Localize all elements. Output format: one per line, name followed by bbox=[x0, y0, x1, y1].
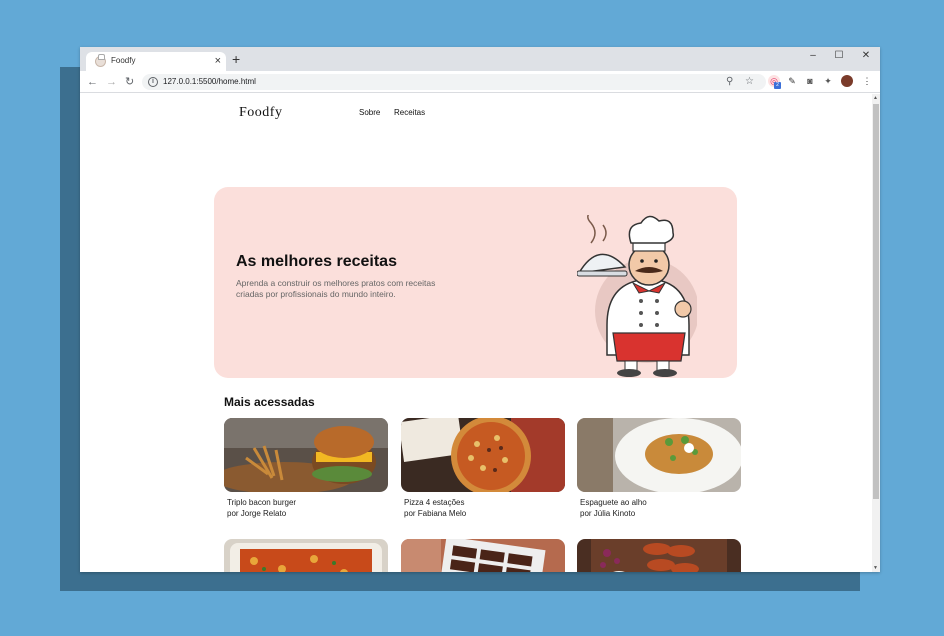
recipe-image[interactable] bbox=[401, 539, 565, 572]
tab-bar: Foodfy × + – ☐ ✕ bbox=[80, 47, 880, 71]
url-text[interactable]: 127.0.0.1:5500/home.html bbox=[163, 77, 256, 87]
close-window-icon[interactable]: ✕ bbox=[859, 49, 873, 63]
browser-toolbar: ← → ↻ i 127.0.0.1:5500/home.html ⚲ ☆ ◎ 2… bbox=[80, 71, 880, 93]
reload-icon[interactable]: ↻ bbox=[125, 75, 134, 89]
chocolates-image bbox=[401, 539, 565, 572]
recipe-card[interactable]: Espaguete ao alho por Júlia Kinoto bbox=[577, 418, 741, 518]
forward-icon[interactable]: → bbox=[106, 75, 117, 89]
info-icon[interactable]: i bbox=[148, 77, 158, 87]
nav-link-receitas[interactable]: Receitas bbox=[394, 108, 425, 117]
site-logo[interactable]: Foodfy bbox=[239, 105, 282, 121]
camera-icon[interactable]: ◙ bbox=[804, 75, 816, 87]
scroll-up-icon[interactable]: ▲ bbox=[873, 95, 878, 101]
tab-title: Foodfy bbox=[111, 56, 136, 65]
eyedropper-icon[interactable]: ✎ bbox=[786, 75, 798, 87]
hero-description: Aprenda a construir os melhores pratos c… bbox=[236, 278, 436, 299]
chicken-wings-image bbox=[577, 539, 741, 572]
new-tab-icon[interactable]: + bbox=[232, 51, 240, 67]
vertical-scrollbar[interactable]: ▲ ▼ bbox=[872, 94, 880, 572]
nav-link-sobre[interactable]: Sobre bbox=[359, 108, 380, 117]
section-title: Mais acessadas bbox=[224, 395, 315, 409]
recipe-image[interactable] bbox=[224, 418, 388, 492]
avatar[interactable] bbox=[841, 75, 853, 87]
pasta-bake-image bbox=[224, 539, 388, 572]
recipe-card[interactable] bbox=[401, 539, 565, 572]
recipe-author: por Jorge Relato bbox=[227, 509, 287, 518]
recipe-title: Pizza 4 estações bbox=[404, 498, 465, 507]
favicon-icon bbox=[95, 54, 106, 67]
minimize-icon[interactable]: – bbox=[806, 49, 820, 63]
star-icon[interactable]: ☆ bbox=[745, 76, 754, 88]
tab-foodfy[interactable]: Foodfy × bbox=[86, 52, 226, 71]
recipe-title: Triplo bacon burger bbox=[227, 498, 297, 507]
zoom-icon[interactable]: ⚲ bbox=[726, 76, 733, 88]
hero-banner: As melhores receitas Aprenda a construir… bbox=[214, 187, 737, 378]
recipe-image[interactable] bbox=[224, 539, 388, 572]
spaghetti-image bbox=[577, 418, 741, 492]
recipe-card[interactable]: Triplo bacon burger por Jorge Relato bbox=[224, 418, 388, 518]
extension-badge: 2 bbox=[774, 82, 781, 89]
chef-illustration bbox=[577, 215, 697, 377]
recipe-image[interactable] bbox=[577, 539, 741, 572]
back-icon[interactable]: ← bbox=[87, 75, 98, 89]
burger-image bbox=[224, 418, 388, 492]
recipe-image[interactable] bbox=[577, 418, 741, 492]
recipe-author: por Júlia Kinoto bbox=[580, 509, 636, 518]
menu-icon[interactable]: ⋮ bbox=[861, 75, 873, 87]
recipe-title: Espaguete ao alho bbox=[580, 498, 647, 507]
page-viewport: Foodfy Sobre Receitas As melhores receit… bbox=[80, 94, 872, 572]
recipe-image[interactable] bbox=[401, 418, 565, 492]
close-tab-icon[interactable]: × bbox=[215, 54, 221, 68]
pizza-image bbox=[401, 418, 565, 492]
recipe-card[interactable]: Pizza 4 estações por Fabiana Melo bbox=[401, 418, 565, 518]
recipe-author: por Fabiana Melo bbox=[404, 509, 467, 518]
scroll-thumb[interactable] bbox=[873, 104, 879, 499]
hero-title: As melhores receitas bbox=[236, 253, 397, 270]
address-bar[interactable]: i 127.0.0.1:5500/home.html ⚲ ☆ bbox=[142, 74, 766, 90]
maximize-icon[interactable]: ☐ bbox=[832, 49, 846, 63]
browser-window: Foodfy × + – ☐ ✕ ← → ↻ i 127.0.0.1:5500/… bbox=[80, 47, 880, 572]
recipe-card[interactable] bbox=[577, 539, 741, 572]
puzzle-icon[interactable]: ✦ bbox=[822, 75, 834, 87]
scroll-down-icon[interactable]: ▼ bbox=[873, 565, 878, 571]
recipe-card[interactable] bbox=[224, 539, 388, 572]
